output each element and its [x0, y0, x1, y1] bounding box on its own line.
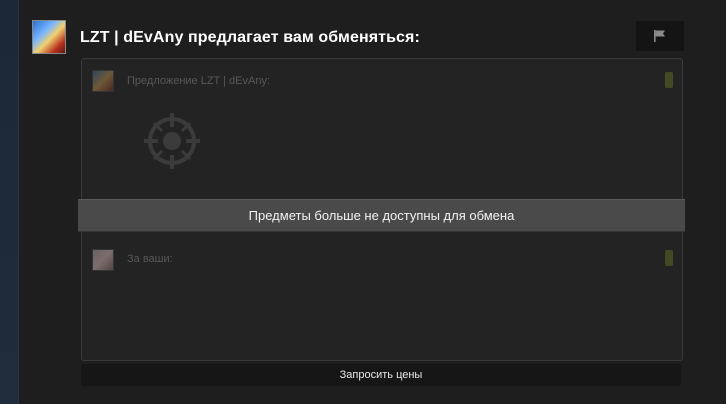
your-offer-label: За ваши:: [127, 253, 173, 265]
your-ready-indicator: [665, 250, 673, 266]
their-offer-section: Предложение LZT | dEvAny:: [82, 59, 682, 199]
request-prices-button[interactable]: Запросить цены: [81, 364, 681, 386]
items-unavailable-banner: Предметы больше не доступны для обмена: [78, 199, 685, 232]
your-small-avatar: [92, 249, 114, 271]
report-flag-button[interactable]: [636, 21, 684, 51]
partner-avatar[interactable]: [32, 20, 66, 54]
trade-offer-title: LZT | dEvAny предлагает вам обменяться:: [80, 29, 420, 46]
item-placeholder-icon: [144, 113, 200, 169]
flag-icon: [654, 30, 665, 42]
their-offer-label: Предложение LZT | dEvAny:: [127, 75, 271, 87]
left-scroll-strip: [0, 0, 19, 404]
partner-small-avatar: [92, 70, 114, 92]
their-ready-indicator: [665, 72, 673, 88]
